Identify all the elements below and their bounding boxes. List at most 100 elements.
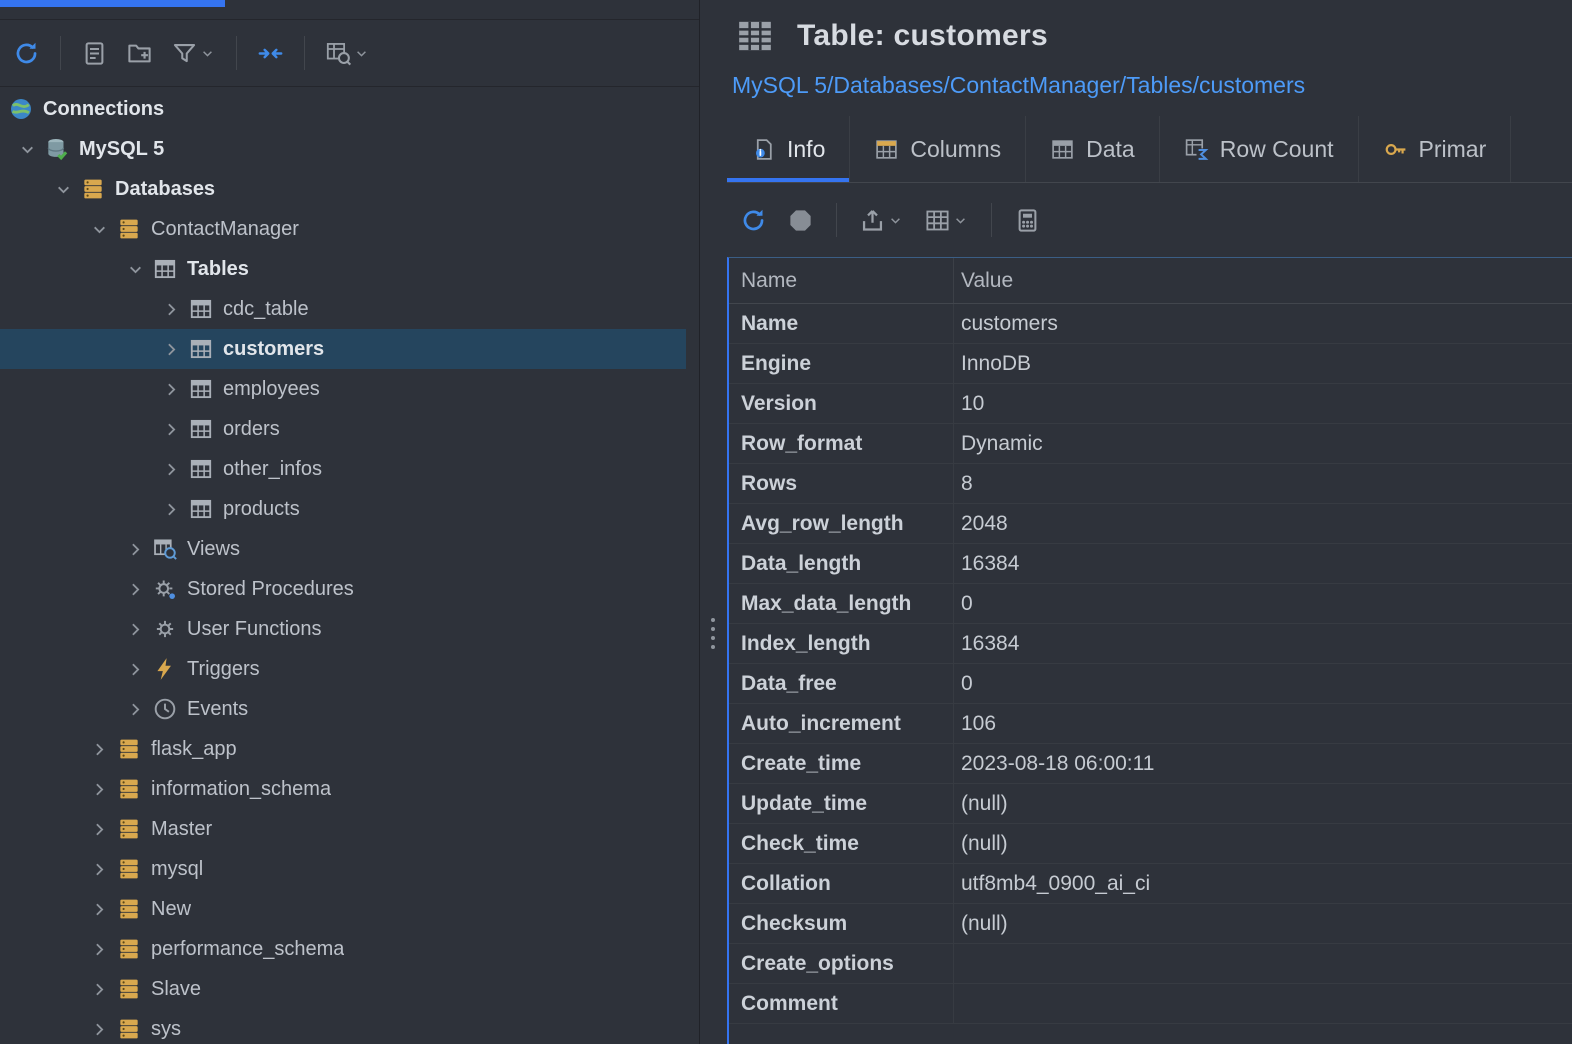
grid-row-index-length[interactable]: Index_length16384 bbox=[729, 624, 1572, 664]
new-folder-button[interactable] bbox=[121, 36, 158, 71]
cell-value[interactable]: (null) bbox=[954, 784, 1572, 823]
grid-row-rows[interactable]: Rows8 bbox=[729, 464, 1572, 504]
grid-row-row-format[interactable]: Row_formatDynamic bbox=[729, 424, 1572, 464]
cell-value[interactable]: 16384 bbox=[954, 544, 1572, 583]
cell-name[interactable]: Checksum bbox=[729, 904, 954, 943]
chevron-right-icon[interactable] bbox=[82, 899, 116, 920]
grid-row-check-time[interactable]: Check_time(null) bbox=[729, 824, 1572, 864]
cell-name[interactable]: Create_options bbox=[729, 944, 954, 983]
tree-item-databases[interactable]: Databases bbox=[0, 169, 686, 209]
tree-item-orders[interactable]: orders bbox=[0, 409, 686, 449]
stop-button[interactable] bbox=[782, 203, 819, 238]
export-button[interactable] bbox=[854, 203, 909, 238]
chevron-right-icon[interactable] bbox=[118, 659, 152, 680]
chevron-down-icon[interactable] bbox=[82, 219, 116, 240]
tab-primar[interactable]: Primar bbox=[1359, 116, 1512, 182]
tree-item-connections[interactable]: Connections bbox=[0, 89, 686, 129]
tree-item-employees[interactable]: employees bbox=[0, 369, 686, 409]
grid-row-collation[interactable]: Collationutf8mb4_0900_ai_ci bbox=[729, 864, 1572, 904]
tab-info[interactable]: Info bbox=[727, 116, 850, 182]
tree-item-triggers[interactable]: Triggers bbox=[0, 649, 686, 689]
chevron-right-icon[interactable] bbox=[82, 819, 116, 840]
grid-row-data-free[interactable]: Data_free0 bbox=[729, 664, 1572, 704]
tree-item-mysql-5[interactable]: MySQL 5 bbox=[0, 129, 686, 169]
tree-item-master[interactable]: Master bbox=[0, 809, 686, 849]
cell-value[interactable]: 0 bbox=[954, 664, 1572, 703]
cell-value[interactable]: (null) bbox=[954, 904, 1572, 943]
collapse-all-button[interactable] bbox=[252, 36, 289, 71]
cell-name[interactable]: Index_length bbox=[729, 624, 954, 663]
splitter-grip[interactable] bbox=[711, 618, 715, 622]
cell-value[interactable] bbox=[954, 944, 1572, 983]
cell-value[interactable]: 2048 bbox=[954, 504, 1572, 543]
cell-name[interactable]: Name bbox=[729, 304, 954, 343]
calculator-button[interactable] bbox=[1009, 203, 1046, 238]
cell-value[interactable]: 106 bbox=[954, 704, 1572, 743]
chevron-right-icon[interactable] bbox=[154, 379, 188, 400]
refresh-button[interactable] bbox=[735, 203, 772, 238]
chevron-down-icon[interactable] bbox=[199, 45, 216, 62]
tree-item-views[interactable]: Views bbox=[0, 529, 686, 569]
tree-item-sys[interactable]: sys bbox=[0, 1009, 686, 1044]
cell-name[interactable]: Max_data_length bbox=[729, 584, 954, 623]
cell-name[interactable]: Auto_increment bbox=[729, 704, 954, 743]
tree-item-stored-procedures[interactable]: Stored Procedures bbox=[0, 569, 686, 609]
cell-name[interactable]: Collation bbox=[729, 864, 954, 903]
cell-value[interactable]: customers bbox=[954, 304, 1572, 343]
sql-script-button[interactable] bbox=[76, 36, 113, 71]
tree-item-other-infos[interactable]: other_infos bbox=[0, 449, 686, 489]
chevron-down-icon[interactable] bbox=[10, 139, 44, 160]
chevron-right-icon[interactable] bbox=[82, 939, 116, 960]
chevron-right-icon[interactable] bbox=[82, 779, 116, 800]
grid-row-update-time[interactable]: Update_time(null) bbox=[729, 784, 1572, 824]
column-header-value[interactable]: Value bbox=[954, 258, 1572, 303]
panel-splitter[interactable] bbox=[700, 0, 727, 1044]
grid-row-create-time[interactable]: Create_time2023-08-18 06:00:11 bbox=[729, 744, 1572, 784]
chevron-down-icon[interactable] bbox=[887, 212, 904, 229]
cell-name[interactable]: Data_free bbox=[729, 664, 954, 703]
chevron-right-icon[interactable] bbox=[82, 1019, 116, 1040]
chevron-right-icon[interactable] bbox=[82, 739, 116, 760]
filter-button[interactable] bbox=[166, 36, 221, 71]
grid-row-name[interactable]: Namecustomers bbox=[729, 304, 1572, 344]
chevron-right-icon[interactable] bbox=[118, 539, 152, 560]
chevron-down-icon[interactable] bbox=[46, 179, 80, 200]
grid-button[interactable] bbox=[919, 203, 974, 238]
tree-item-products[interactable]: products bbox=[0, 489, 686, 529]
column-header-name[interactable]: Name bbox=[729, 258, 954, 303]
chevron-right-icon[interactable] bbox=[118, 699, 152, 720]
cell-value[interactable]: Dynamic bbox=[954, 424, 1572, 463]
cell-name[interactable]: Check_time bbox=[729, 824, 954, 863]
cell-value[interactable]: 2023-08-18 06:00:11 bbox=[954, 744, 1572, 783]
tree-item-contactmanager[interactable]: ContactManager bbox=[0, 209, 686, 249]
tree-item-flask-app[interactable]: flask_app bbox=[0, 729, 686, 769]
chevron-right-icon[interactable] bbox=[82, 859, 116, 880]
tree-item-information-schema[interactable]: information_schema bbox=[0, 769, 686, 809]
grid-row-checksum[interactable]: Checksum(null) bbox=[729, 904, 1572, 944]
cell-value[interactable]: 0 bbox=[954, 584, 1572, 623]
cell-name[interactable]: Update_time bbox=[729, 784, 954, 823]
grid-search-button[interactable] bbox=[320, 36, 375, 71]
cell-value[interactable]: 8 bbox=[954, 464, 1572, 503]
tree-item-mysql[interactable]: mysql bbox=[0, 849, 686, 889]
grid-row-engine[interactable]: EngineInnoDB bbox=[729, 344, 1572, 384]
tab-columns[interactable]: Columns bbox=[850, 116, 1026, 182]
grid-row-version[interactable]: Version10 bbox=[729, 384, 1572, 424]
chevron-right-icon[interactable] bbox=[154, 459, 188, 480]
cell-name[interactable]: Version bbox=[729, 384, 954, 423]
tree-item-user-functions[interactable]: User Functions bbox=[0, 609, 686, 649]
chevron-down-icon[interactable] bbox=[353, 45, 370, 62]
cell-value[interactable]: (null) bbox=[954, 824, 1572, 863]
tree-item-events[interactable]: Events bbox=[0, 689, 686, 729]
cell-value[interactable]: 16384 bbox=[954, 624, 1572, 663]
grid-row-create-options[interactable]: Create_options bbox=[729, 944, 1572, 984]
grid-row-comment[interactable]: Comment bbox=[729, 984, 1572, 1024]
breadcrumb[interactable]: MySQL 5/Databases/ContactManager/Tables/… bbox=[727, 72, 1572, 116]
cell-name[interactable]: Avg_row_length bbox=[729, 504, 954, 543]
grid-row-avg-row-length[interactable]: Avg_row_length2048 bbox=[729, 504, 1572, 544]
tab-row-count[interactable]: Row Count bbox=[1160, 116, 1359, 182]
tree-item-new[interactable]: New bbox=[0, 889, 686, 929]
chevron-right-icon[interactable] bbox=[118, 619, 152, 640]
cell-name[interactable]: Create_time bbox=[729, 744, 954, 783]
cell-value[interactable]: utf8mb4_0900_ai_ci bbox=[954, 864, 1572, 903]
